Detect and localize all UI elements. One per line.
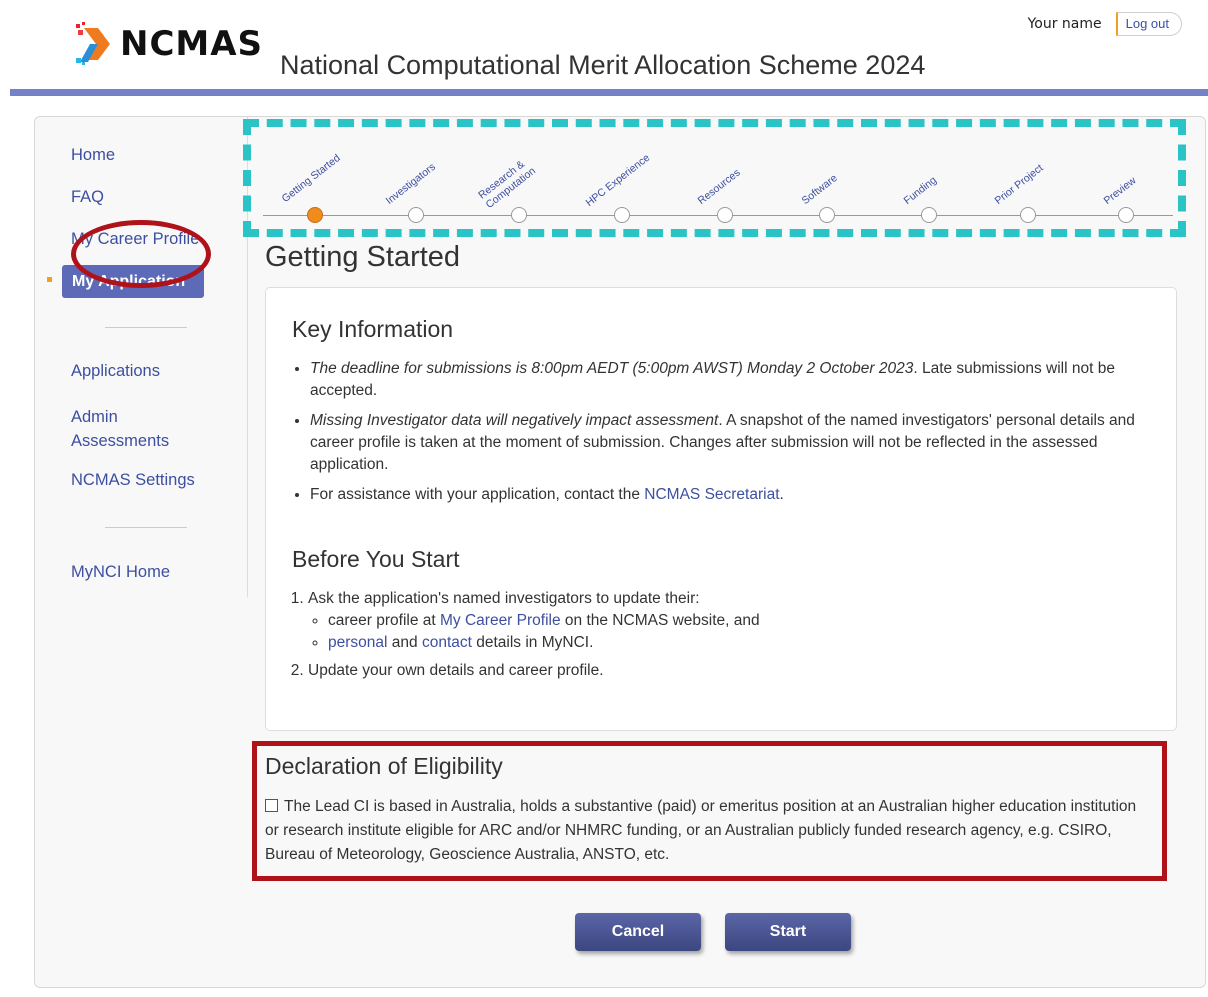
career-profile-highlight: [71, 220, 211, 288]
sidebar-item-mynci-home[interactable]: MyNCI Home: [71, 563, 170, 582]
user-bar: Your name Log out: [1028, 12, 1182, 36]
sub1-pre: career profile at: [328, 612, 440, 629]
before-you-start-heading: Before You Start: [292, 546, 460, 572]
step-dot-preview[interactable]: [1118, 207, 1134, 223]
sidebar-item-ncmas-settings[interactable]: NCMAS Settings: [71, 471, 195, 490]
page-title: Getting Started: [265, 241, 461, 273]
step-dot-prior-project[interactable]: [1020, 207, 1036, 223]
sub2-post: details in MyNCI.: [471, 634, 594, 651]
list-item: career profile at My Career Profile on t…: [328, 610, 1158, 632]
eligibility-checkbox[interactable]: [265, 799, 278, 812]
declaration-heading: Declaration of Eligibility: [265, 753, 503, 779]
step-dot-software[interactable]: [819, 207, 835, 223]
declaration-text: The Lead CI is based in Australia, holds…: [265, 798, 1137, 863]
site-title: National Computational Merit Allocation …: [280, 50, 926, 80]
assistance-end: .: [779, 486, 784, 503]
list-item: For assistance with your application, co…: [310, 484, 1140, 506]
missing-data-text: Missing Investigator data will negativel…: [310, 412, 719, 429]
step-dot-research-computation[interactable]: [511, 207, 527, 223]
assistance-text: For assistance with your application, co…: [310, 486, 645, 503]
main-panel: Home FAQ My Career Profile My Applicatio…: [34, 116, 1206, 988]
personal-link[interactable]: personal: [328, 634, 387, 651]
list-item: Missing Investigator data will negativel…: [310, 410, 1140, 476]
sidebar-item-home[interactable]: Home: [71, 146, 115, 165]
cancel-button[interactable]: Cancel: [575, 913, 701, 951]
header-divider: [10, 89, 1208, 96]
contact-link[interactable]: contact: [422, 634, 472, 651]
before-you-start-list: Ask the application's named investigator…: [308, 588, 1138, 682]
deadline-text: The deadline for submissions is 8:00pm A…: [310, 360, 914, 377]
step-dot-resources[interactable]: [717, 207, 733, 223]
sub1-post: on the NCMAS website, and: [560, 612, 760, 629]
sidebar-item-applications[interactable]: Applications: [71, 362, 160, 381]
sidebar: Home FAQ My Career Profile My Applicatio…: [35, 117, 248, 597]
step2-text: Update your own details and career profi…: [308, 662, 604, 679]
info-card: Key Information The deadline for submiss…: [265, 287, 1177, 731]
list-item: The deadline for submissions is 8:00pm A…: [310, 358, 1140, 402]
sidebar-item-faq[interactable]: FAQ: [71, 188, 104, 207]
sub-list: career profile at My Career Profile on t…: [308, 610, 1158, 654]
my-career-profile-link[interactable]: My Career Profile: [440, 612, 561, 629]
step-dot-funding[interactable]: [921, 207, 937, 223]
step-dot-investigators[interactable]: [408, 207, 424, 223]
logo-text: NCMAS: [120, 24, 264, 64]
ncmas-secretariat-link[interactable]: NCMAS Secretariat: [644, 486, 779, 503]
step-dot-getting-started[interactable]: [307, 207, 323, 223]
user-name: Your name: [1027, 16, 1102, 32]
list-item: Update your own details and career profi…: [308, 660, 1138, 682]
list-item: personal and contact details in MyNCI.: [328, 632, 1158, 654]
step1-text: Ask the application's named investigator…: [308, 590, 700, 607]
stepper-highlight: [243, 119, 1186, 237]
step-dot-hpc-experience[interactable]: [614, 207, 630, 223]
logout-link[interactable]: Log out: [1115, 12, 1182, 36]
sidebar-divider: [105, 527, 187, 528]
ncmas-logo-icon: [76, 22, 110, 65]
start-button[interactable]: Start: [725, 913, 851, 951]
list-item: Ask the application's named investigator…: [308, 588, 1138, 654]
active-indicator: [47, 277, 52, 282]
sidebar-item-admin-assessments[interactable]: Admin Assessments: [71, 405, 191, 453]
key-information-heading: Key Information: [292, 316, 454, 342]
ncmas-logo[interactable]: NCMAS: [76, 22, 263, 66]
declaration-text-block: The Lead CI is based in Australia, holds…: [265, 795, 1145, 867]
sub2-mid: and: [387, 634, 422, 651]
sidebar-divider: [105, 327, 187, 328]
key-information-list: The deadline for submissions is 8:00pm A…: [310, 358, 1140, 514]
